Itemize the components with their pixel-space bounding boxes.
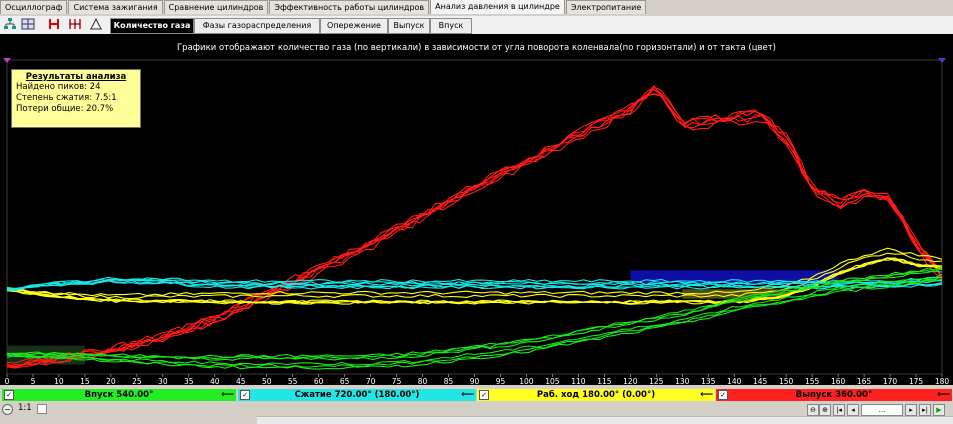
x-tick-label: 80: [418, 377, 428, 385]
x-tick-label: 40: [210, 377, 220, 385]
x-tick-label: 115: [597, 377, 612, 385]
marker-pair-icon[interactable]: [68, 17, 82, 31]
zoom-label: 1:1: [18, 403, 32, 413]
phase-segment[interactable]: ✓ Раб. ход 180.00° (0.00°) ⟵: [477, 389, 715, 401]
play-icon[interactable]: ▶: [933, 404, 945, 416]
measure-icon[interactable]: [89, 17, 103, 31]
series-line: [6, 84, 943, 367]
x-tick-label: 165: [857, 377, 872, 385]
x-tick-label: 170: [883, 377, 898, 385]
first-page-icon[interactable]: |◂: [833, 404, 845, 416]
sub-tab[interactable]: Выпуск: [388, 18, 430, 34]
series-line: [6, 89, 943, 368]
arrow-left-icon[interactable]: ⟵: [461, 389, 474, 401]
x-tick-label: 95: [496, 377, 506, 385]
main-tab[interactable]: Анализ давления в цилиндре: [430, 0, 565, 14]
x-tick-label: 125: [649, 377, 664, 385]
series-line: [6, 87, 943, 369]
marker-icon[interactable]: [47, 17, 61, 31]
x-tick-label: 60: [314, 377, 324, 385]
arrow-left-icon[interactable]: ⟵: [221, 389, 234, 401]
x-tick-label: 0: [5, 377, 10, 385]
x-tick-label: 175: [909, 377, 924, 385]
results-compression: Степень сжатия: 7.5:1: [16, 93, 117, 103]
x-tick-label: 90: [470, 377, 480, 385]
sub-tab[interactable]: Опережение: [320, 18, 388, 34]
circle-minus-icon[interactable]: ⊖: [807, 404, 819, 416]
phase-segment[interactable]: ✓ Впуск 540.00° ⟵: [2, 389, 236, 401]
results-losses: Потери общие: 20.7%: [16, 104, 114, 114]
x-tick-label: 150: [779, 377, 794, 385]
x-tick-label: 65: [340, 377, 350, 385]
phase-label: Раб. ход 180.00° (0.00°): [536, 390, 656, 400]
x-tick-label: 45: [236, 377, 246, 385]
x-tick-label: 100: [519, 377, 534, 385]
tree-icon[interactable]: [3, 17, 17, 31]
x-tick-label: 145: [753, 377, 768, 385]
last-page-icon[interactable]: ▸|: [919, 404, 931, 416]
page-field[interactable]: ...: [861, 404, 903, 416]
sub-tab[interactable]: Количество газа: [110, 18, 194, 34]
x-tick-label: 55: [288, 377, 298, 385]
arrow-left-icon[interactable]: ⟵: [700, 389, 713, 401]
x-tick-label: 35: [184, 377, 194, 385]
sub-tab[interactable]: Впуск: [430, 18, 472, 34]
main-tab[interactable]: Система зажигания: [68, 0, 163, 14]
plot-border: [6, 59, 943, 375]
phase-label: Выпуск 360.00°: [795, 390, 873, 400]
main-tab-strip: Осциллограф Система зажигания Сравнение ци…: [0, 0, 953, 14]
phase-segment[interactable]: ✓ Сжатие 720.00° (180.00°) ⟵: [238, 389, 476, 401]
minus-icon[interactable]: −: [2, 404, 13, 415]
gas-amount-chart[interactable]: 0 5 10 15 20 25 30 35 40 45 50 55 60 65 70 75 80 85 90 95 10…: [0, 34, 953, 385]
x-tick-label: 75: [392, 377, 402, 385]
prev-page-icon[interactable]: ◂: [847, 404, 859, 416]
x-tick-label: 5: [31, 377, 36, 385]
main-tab[interactable]: Эффективность работы цилиндров: [269, 0, 430, 14]
sub-tab[interactable]: Фазы газораспределения: [194, 18, 320, 34]
main-tab[interactable]: Электропитание: [565, 0, 647, 14]
x-tick-label: 70: [366, 377, 376, 385]
x-tick-label: 25: [132, 377, 142, 385]
x-tick-label: 110: [571, 377, 586, 385]
results-box: Результаты анализа Найдено пиков: 24 Сте…: [11, 69, 141, 128]
x-tick-label: 140: [727, 377, 742, 385]
phase-label: Впуск 540.00°: [84, 390, 154, 400]
x-tick-label: 160: [831, 377, 846, 385]
results-heading: Результаты анализа: [25, 72, 127, 82]
x-tick-label: 180: [935, 377, 950, 385]
x-tick-label: 50: [262, 377, 272, 385]
next-page-icon[interactable]: ▸: [905, 404, 917, 416]
x-tick-label: 10: [54, 377, 64, 385]
phase-checkbox[interactable]: ✓: [240, 390, 250, 400]
x-tick-label: 20: [106, 377, 116, 385]
left-marker-icon: [3, 58, 11, 63]
main-tab[interactable]: Сравнение цилиндров: [163, 0, 269, 14]
arrow-left-icon[interactable]: ⟵: [937, 389, 950, 401]
phase-label: Сжатие 720.00° (180.00°): [294, 390, 420, 400]
main-tab[interactable]: Осциллограф: [0, 0, 68, 14]
phase-checkbox[interactable]: ✓: [4, 390, 14, 400]
phase-checkbox[interactable]: ✓: [718, 390, 728, 400]
zoom-box[interactable]: [37, 404, 47, 414]
series-line: [6, 93, 943, 369]
x-tick-label: 155: [805, 377, 820, 385]
x-tick-label: 15: [80, 377, 90, 385]
series-line: [6, 93, 943, 369]
x-tick-label: 30: [158, 377, 168, 385]
circle-plus-icon[interactable]: ⊕: [819, 404, 831, 416]
grid-icon[interactable]: [21, 17, 35, 31]
phase-segment[interactable]: ✓ Выпуск 360.00° ⟵: [716, 389, 952, 401]
x-tick-label: 105: [545, 377, 560, 385]
results-peaks: Найдено пиков: 24: [16, 82, 101, 92]
x-tick-label: 120: [623, 377, 638, 385]
x-tick-label: 135: [701, 377, 716, 385]
x-tick-label: 130: [675, 377, 690, 385]
right-marker-icon: [938, 58, 946, 63]
phase-checkbox[interactable]: ✓: [479, 390, 489, 400]
x-tick-label: 85: [444, 377, 454, 385]
series-line: [6, 86, 943, 364]
